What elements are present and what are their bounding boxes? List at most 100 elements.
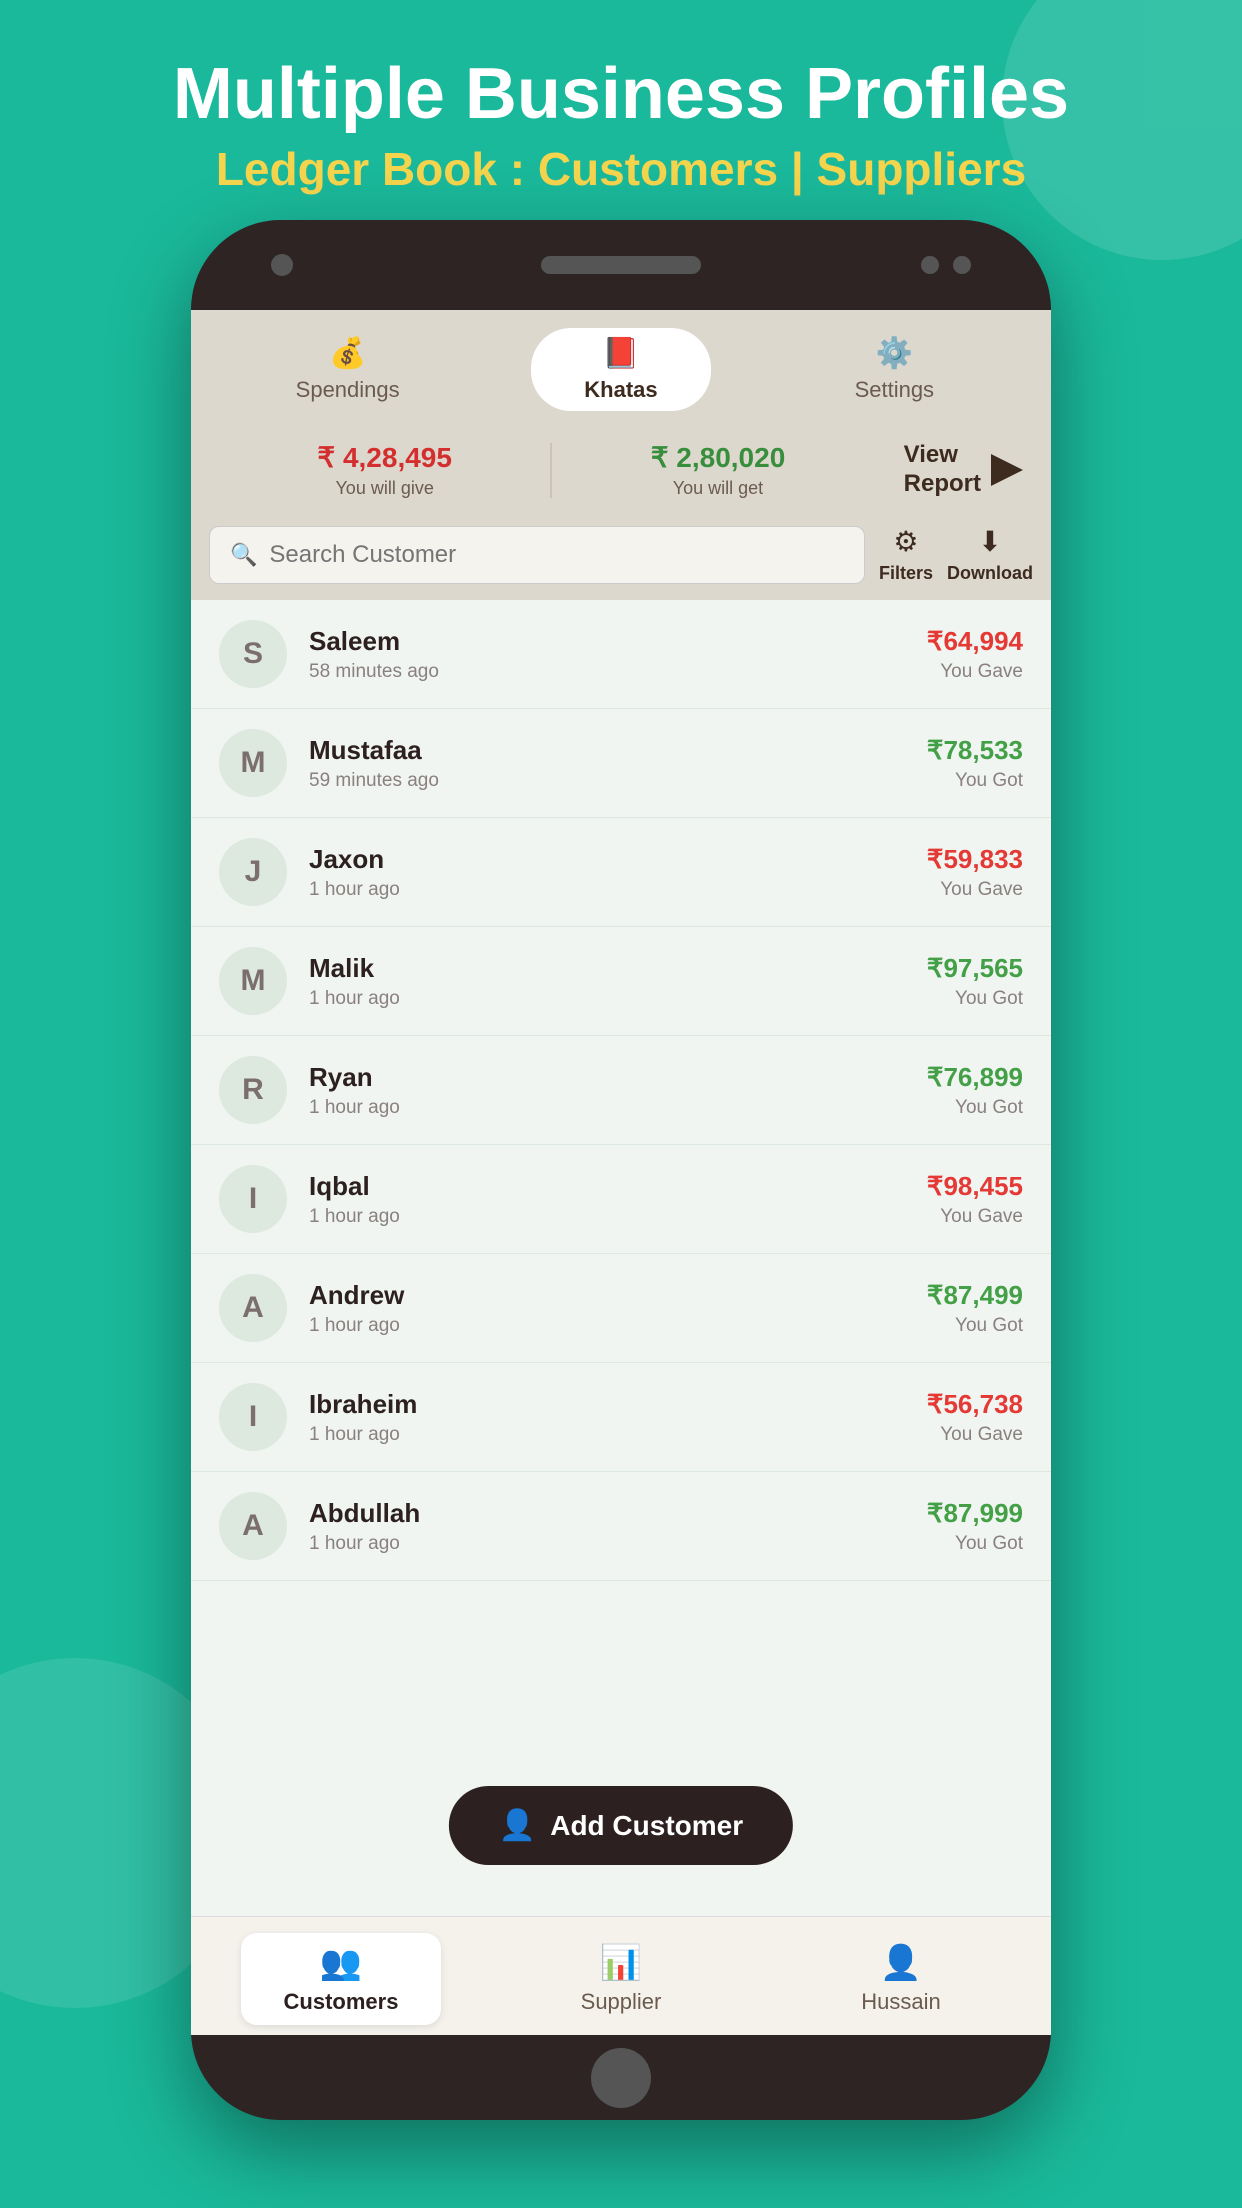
customer-name: Andrew	[309, 1280, 905, 1311]
customer-time: 1 hour ago	[309, 1533, 905, 1555]
speaker-bar	[541, 256, 701, 274]
play-icon	[991, 454, 1023, 486]
hussain-nav-label: Hussain	[861, 1989, 940, 2015]
camera-dot	[271, 254, 293, 276]
customer-name: Abdullah	[309, 1498, 905, 1529]
tab-khatas[interactable]: 📕 Khatas	[531, 328, 711, 411]
customer-info: Ibraheim 1 hour ago	[309, 1389, 905, 1446]
customer-info: Abdullah 1 hour ago	[309, 1498, 905, 1555]
hussain-nav-icon: 👤	[880, 1943, 922, 1983]
supplier-nav-icon: 📊	[600, 1943, 642, 1983]
settings-label: Settings	[855, 377, 935, 403]
summary-get: ₹ 2,80,020 You will get	[552, 441, 883, 499]
camera-dot-2	[953, 256, 971, 274]
customer-list-item[interactable]: M Malik 1 hour ago ₹97,565 You Got	[191, 927, 1051, 1036]
header-title: Multiple Business Profiles	[0, 55, 1242, 134]
customer-avatar: I	[219, 1383, 287, 1451]
customer-amount-wrap: ₹56,738 You Gave	[927, 1389, 1023, 1446]
customer-list-item[interactable]: J Jaxon 1 hour ago ₹59,833 You Gave	[191, 818, 1051, 927]
customer-name: Mustafaa	[309, 735, 905, 766]
customer-list-item[interactable]: A Andrew 1 hour ago ₹87,499 You Got	[191, 1254, 1051, 1363]
customer-name: Malik	[309, 953, 905, 984]
customer-time: 59 minutes ago	[309, 770, 905, 792]
download-icon: ⬇	[978, 525, 1001, 558]
customer-avatar: A	[219, 1492, 287, 1560]
bottom-nav-hussain[interactable]: 👤 Hussain	[801, 1933, 1001, 2025]
customer-info: Andrew 1 hour ago	[309, 1280, 905, 1337]
customer-time: 1 hour ago	[309, 1097, 905, 1119]
customer-status: You Got	[927, 1315, 1023, 1337]
customer-amount-wrap: ₹87,999 You Got	[927, 1498, 1023, 1555]
supplier-nav-label: Supplier	[581, 1989, 662, 2015]
bottom-nav-customers[interactable]: 👥 Customers	[241, 1933, 441, 2025]
customer-info: Mustafaa 59 minutes ago	[309, 735, 905, 792]
khatas-label: Khatas	[584, 377, 657, 403]
download-label: Download	[947, 563, 1033, 584]
customer-info: Ryan 1 hour ago	[309, 1062, 905, 1119]
customer-list-item[interactable]: R Ryan 1 hour ago ₹76,899 You Got	[191, 1036, 1051, 1145]
customer-list-item[interactable]: I Iqbal 1 hour ago ₹98,455 You Gave	[191, 1145, 1051, 1254]
khatas-icon: 📕	[602, 336, 639, 371]
customer-avatar: M	[219, 947, 287, 1015]
filters-icon: ⚙	[893, 525, 918, 558]
filters-button[interactable]: ⚙ Filters	[879, 525, 933, 584]
customer-time: 1 hour ago	[309, 1424, 905, 1446]
add-customer-button[interactable]: 👤 Add Customer	[449, 1786, 793, 1865]
customers-nav-icon: 👥	[320, 1943, 362, 1983]
summary-give: ₹ 4,28,495 You will give	[219, 441, 550, 499]
customer-status: You Gave	[927, 1206, 1023, 1228]
search-input-wrap[interactable]: 🔍	[209, 526, 865, 584]
search-input[interactable]	[269, 541, 844, 569]
search-row: 🔍 ⚙ Filters ⬇ Download	[191, 515, 1051, 600]
customer-amount: ₹98,455	[927, 1171, 1023, 1202]
customer-amount-wrap: ₹78,533 You Got	[927, 735, 1023, 792]
tab-spendings[interactable]: 💰 Spendings	[258, 328, 438, 411]
customer-amount: ₹87,499	[927, 1280, 1023, 1311]
phone-frame: 💰 Spendings 📕 Khatas ⚙️ Settings ₹ 4,28,…	[191, 220, 1051, 2120]
customer-avatar: I	[219, 1165, 287, 1233]
customer-time: 1 hour ago	[309, 1315, 905, 1337]
tab-settings[interactable]: ⚙️ Settings	[804, 328, 984, 411]
settings-icon: ⚙️	[876, 336, 913, 371]
give-label: You will give	[219, 478, 550, 499]
filters-label: Filters	[879, 563, 933, 584]
download-button[interactable]: ⬇ Download	[947, 525, 1033, 584]
customer-avatar: R	[219, 1056, 287, 1124]
add-customer-label: Add Customer	[550, 1810, 743, 1842]
customer-name: Iqbal	[309, 1171, 905, 1202]
customer-status: You Got	[927, 770, 1023, 792]
customer-name: Ryan	[309, 1062, 905, 1093]
nav-tabs: 💰 Spendings 📕 Khatas ⚙️ Settings	[191, 310, 1051, 425]
customer-name: Jaxon	[309, 844, 905, 875]
customer-status: You Got	[927, 1533, 1023, 1555]
customer-list-item[interactable]: A Abdullah 1 hour ago ₹87,999 You Got	[191, 1472, 1051, 1581]
view-report-text: ViewReport	[904, 441, 981, 499]
view-report-btn[interactable]: ViewReport	[904, 441, 1023, 499]
customer-avatar: J	[219, 838, 287, 906]
give-amount: ₹ 4,28,495	[219, 441, 550, 474]
customer-amount: ₹59,833	[927, 844, 1023, 875]
customer-avatar: S	[219, 620, 287, 688]
customer-status: You Got	[927, 988, 1023, 1010]
phone-top-bar	[191, 220, 1051, 310]
search-icon: 🔍	[230, 542, 257, 568]
customer-info: Malik 1 hour ago	[309, 953, 905, 1010]
customer-list-item[interactable]: M Mustafaa 59 minutes ago ₹78,533 You Go…	[191, 709, 1051, 818]
header-area: Multiple Business Profiles Ledger Book :…	[0, 0, 1242, 226]
home-button[interactable]	[591, 2048, 651, 2108]
phone-screen: 💰 Spendings 📕 Khatas ⚙️ Settings ₹ 4,28,…	[191, 310, 1051, 2035]
customer-amount: ₹87,999	[927, 1498, 1023, 1529]
customer-avatar: A	[219, 1274, 287, 1342]
customer-amount-wrap: ₹97,565 You Got	[927, 953, 1023, 1010]
customer-status: You Gave	[927, 1424, 1023, 1446]
customer-amount-wrap: ₹64,994 You Gave	[927, 626, 1023, 683]
customer-list-item[interactable]: S Saleem 58 minutes ago ₹64,994 You Gave	[191, 600, 1051, 709]
customer-list-item[interactable]: I Ibraheim 1 hour ago ₹56,738 You Gave	[191, 1363, 1051, 1472]
customer-time: 1 hour ago	[309, 1206, 905, 1228]
customer-amount-wrap: ₹59,833 You Gave	[927, 844, 1023, 901]
customer-amount: ₹64,994	[927, 626, 1023, 657]
customer-info: Iqbal 1 hour ago	[309, 1171, 905, 1228]
customer-amount: ₹78,533	[927, 735, 1023, 766]
bottom-nav-supplier[interactable]: 📊 Supplier	[521, 1933, 721, 2025]
get-amount: ₹ 2,80,020	[552, 441, 883, 474]
